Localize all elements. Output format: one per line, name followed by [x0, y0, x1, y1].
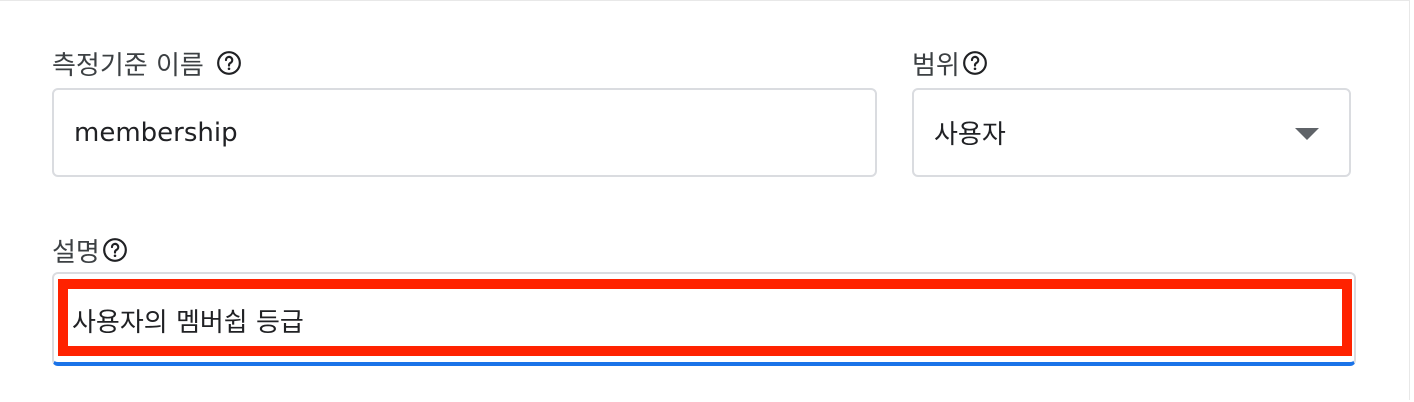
- description-label: 설명: [52, 237, 100, 268]
- help-circle-icon[interactable]: [102, 237, 128, 263]
- description-label-row: 설명: [52, 230, 128, 270]
- scope-select[interactable]: 사용자: [912, 88, 1351, 177]
- metric-name-input[interactable]: membership: [52, 88, 877, 177]
- scope-selected-value: 사용자: [934, 120, 1006, 150]
- metric-name-value: membership: [74, 117, 238, 148]
- metric-name-label: 측정기준 이름: [52, 50, 204, 81]
- dropdown-arrow-icon[interactable]: [1295, 128, 1319, 140]
- help-circle-icon[interactable]: [962, 50, 988, 76]
- metric-name-label-row: 측정기준 이름: [52, 43, 242, 83]
- scope-label-row: 범위: [912, 43, 988, 83]
- scope-label: 범위: [912, 50, 960, 81]
- description-value[interactable]: 사용자의 멤버쉽 등급: [72, 300, 304, 340]
- help-circle-icon[interactable]: [216, 50, 242, 76]
